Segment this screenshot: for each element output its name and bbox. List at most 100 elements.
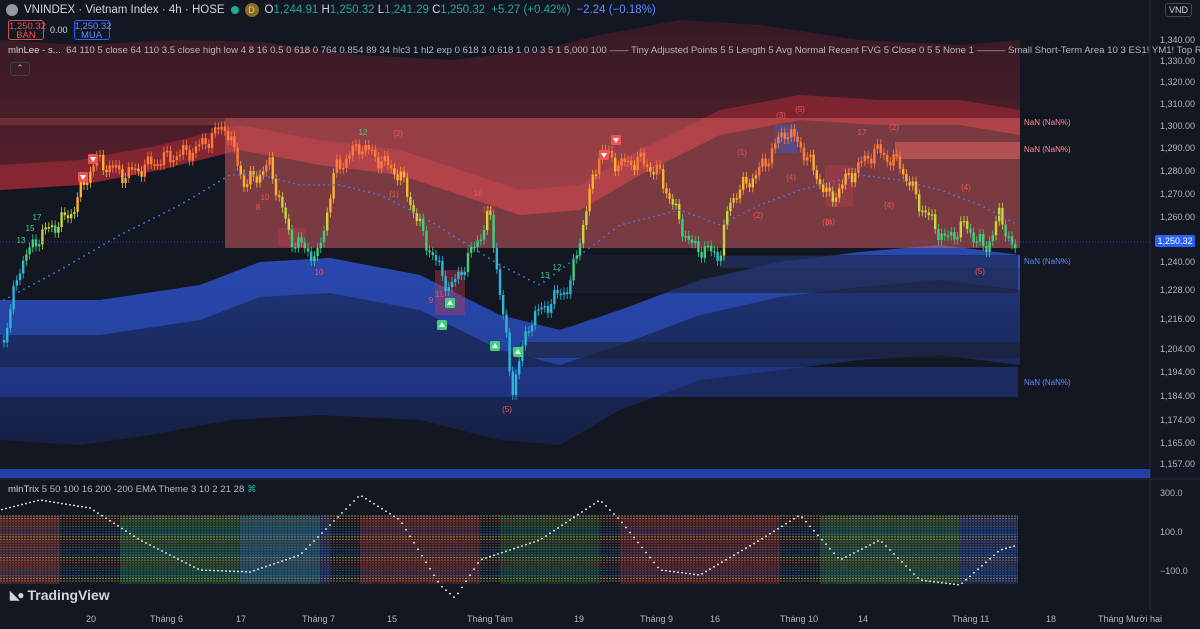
candle-body — [73, 211, 76, 215]
trix-dot — [605, 505, 607, 507]
candle-body — [572, 258, 575, 281]
trail-dot — [983, 206, 985, 209]
candle-body — [854, 172, 857, 183]
trix-dot — [281, 560, 283, 563]
candle-body — [703, 246, 706, 258]
trail-dot — [803, 188, 805, 190]
trail-dot — [553, 273, 555, 276]
trail-dot — [218, 180, 220, 183]
trix-dot — [9, 506, 11, 509]
price-chart-canvas[interactable]: (5)(3)(2)(1)(4)(2)(4)(1)(2)(3)(5)(4)(a)(… — [0, 0, 1200, 629]
trail-dot — [988, 208, 990, 211]
trail-dot — [148, 219, 150, 222]
trail-dot — [858, 174, 860, 177]
candle-body — [505, 314, 508, 333]
candle-body — [444, 275, 447, 291]
trail-dot — [498, 263, 500, 266]
trix-dot — [589, 505, 591, 508]
candle-body — [662, 169, 665, 189]
candle-body — [876, 144, 879, 149]
candle-body — [966, 220, 969, 229]
trail-dot — [338, 184, 340, 186]
trix-dot — [981, 564, 983, 567]
trix-dot — [957, 583, 959, 586]
symbol-name[interactable]: VNINDEX · Vietnam Index · 4h · HOSE — [24, 4, 225, 16]
trail-dot — [1008, 219, 1010, 222]
trail-dot — [613, 228, 615, 231]
collapse-legend-button[interactable]: ⌃ — [10, 62, 30, 76]
time-tick-label: Tháng 6 — [150, 614, 184, 624]
trail-dot — [28, 285, 30, 288]
trix-dot — [609, 509, 611, 511]
candle-body — [518, 361, 521, 375]
tradingview-logo[interactable]: ◣● TradingView — [10, 587, 110, 603]
zone-nan-label: NaN (NaN%) — [1024, 118, 1071, 127]
trail-dot — [748, 209, 750, 212]
trail-dot — [473, 247, 475, 250]
indicator-legend-1[interactable]: mlnLee - s... 64 110 5 close 64 110 3.5 … — [8, 45, 1200, 56]
trix-dot — [117, 525, 119, 527]
trail-dot — [958, 196, 960, 199]
fvg-zone — [0, 469, 1150, 478]
trix-dot — [477, 562, 479, 564]
time-tick-label: 19 — [574, 614, 585, 624]
candle-body — [166, 150, 169, 153]
candle-body — [290, 229, 294, 248]
trail-dot — [863, 174, 865, 177]
price-tick-label: 1,204.00 — [1160, 344, 1196, 354]
trail-dot — [313, 184, 315, 186]
candle-body — [210, 133, 214, 149]
trix-dot — [973, 571, 975, 574]
trail-dot — [113, 237, 115, 240]
candle-body — [214, 127, 217, 134]
trix-dot — [429, 567, 431, 570]
candle-body — [114, 165, 118, 168]
candle-body — [620, 158, 623, 166]
trix-dot — [785, 522, 787, 525]
candle-body — [361, 151, 364, 155]
candle-body — [495, 247, 498, 270]
candle-body — [710, 245, 713, 252]
trix-dot — [657, 566, 659, 569]
trix-dot — [413, 541, 415, 544]
candle-body — [386, 155, 390, 166]
count-label: 13 — [17, 236, 26, 245]
trix-dot — [277, 561, 279, 564]
candle-body — [879, 144, 882, 154]
currency-selector[interactable]: VND — [1164, 3, 1192, 17]
trix-dot — [665, 569, 667, 572]
trail-dot — [63, 266, 65, 269]
trix-dot — [57, 501, 59, 504]
trail-dot — [1003, 216, 1005, 219]
trix-dot — [273, 562, 275, 565]
trix-dot — [769, 532, 771, 535]
candle-body — [972, 232, 975, 243]
indicator-legend-2[interactable]: mlnTrix 5 50 100 16 200 -200 EMA Theme 3… — [8, 484, 257, 495]
candle-body — [530, 325, 534, 332]
trail-dot — [938, 188, 940, 191]
trail-dot — [133, 227, 135, 229]
trail-dot — [908, 181, 910, 184]
candle-body — [812, 154, 815, 171]
symbol-header[interactable]: VNINDEX · Vietnam Index · 4h · HOSE D O1… — [6, 2, 656, 18]
trail-dot — [23, 288, 25, 291]
trix-dot — [369, 500, 371, 503]
candle-body — [118, 165, 121, 170]
candle-body — [79, 181, 82, 198]
trail-dot — [88, 252, 90, 254]
trail-dot — [933, 187, 935, 190]
candle-body — [162, 152, 166, 165]
candle-body — [633, 165, 636, 171]
candle-body — [828, 187, 831, 192]
buy-button[interactable]: 1,250.32 MUA — [73, 20, 112, 40]
trail-dot — [268, 176, 270, 179]
candle-body — [278, 195, 281, 197]
candle-body — [978, 233, 982, 242]
trix-dot — [761, 537, 763, 540]
wave-label: (5) — [502, 405, 512, 414]
candle-body — [1014, 244, 1017, 249]
sell-button[interactable]: 1,250.32 BÁN — [8, 20, 46, 40]
candle-body — [610, 150, 614, 158]
trix-dot — [633, 536, 635, 539]
trail-dot — [523, 276, 525, 278]
